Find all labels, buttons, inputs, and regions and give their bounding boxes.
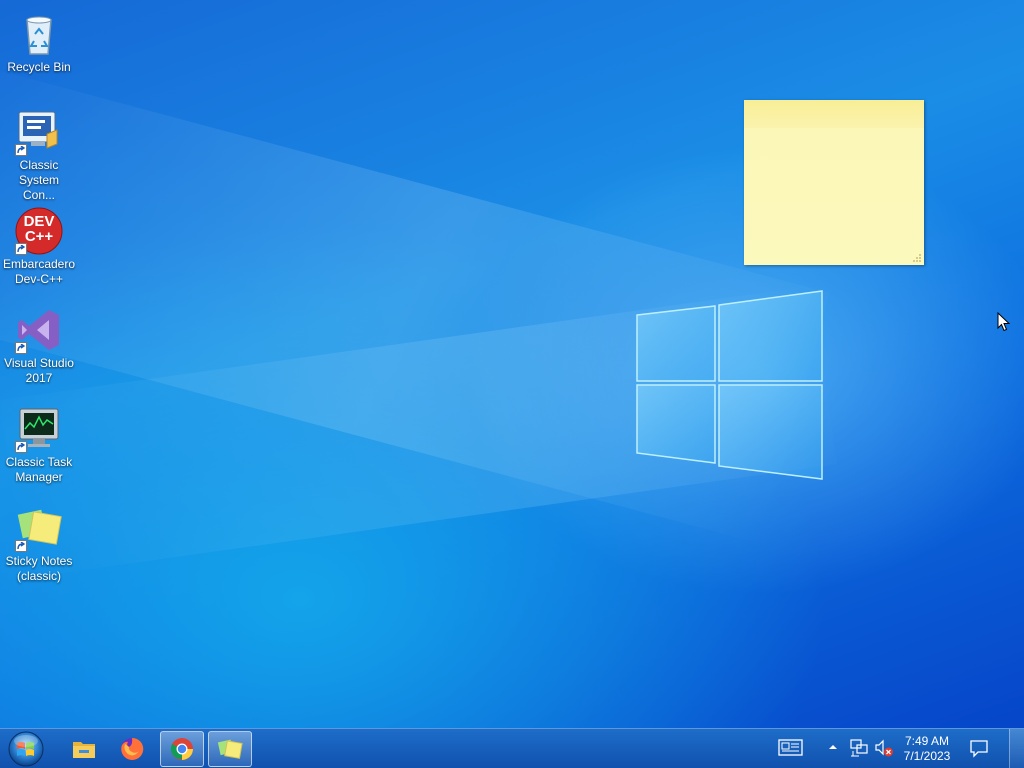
control-panel-icon [15,108,63,156]
show-desktop-button[interactable] [1009,729,1024,768]
devcpp-badge-text: C++ [24,228,54,245]
shortcut-arrow-icon [15,540,27,552]
recycle-bin-icon [15,10,63,58]
desktop-icon-classic-system-control[interactable]: Classic System Con... [2,104,76,203]
desktop-icon-classic-task-manager[interactable]: Classic Task Manager [2,401,76,485]
desktop-icon-embarcadero-devcpp[interactable]: DEV C++ Embarcadero Dev-C++ [2,203,76,287]
icon-label: Embarcadero [2,257,76,271]
shortcut-arrow-icon [15,243,27,255]
sticky-notes-icon [15,504,63,552]
clock-time: 7:49 AM [904,734,950,748]
show-hidden-icons-chevron-icon[interactable] [828,742,838,752]
icon-label: Manager [15,470,63,484]
icon-label: Classic [19,158,59,172]
sticky-note-title-bar[interactable] [744,100,924,128]
firefox-icon [121,737,144,760]
taskbar: 7:49 AM 7/1/2023 [0,728,1024,768]
taskbar-clock[interactable]: 7:49 AM 7/1/2023 [898,734,956,764]
windows-start-orb-icon[interactable] [6,730,46,768]
task-manager-icon [15,405,63,453]
resize-grip-icon[interactable] [912,253,922,263]
chrome-icon [170,738,193,760]
taskbar-file-explorer-button[interactable] [62,731,106,767]
visual-studio-icon [15,306,63,354]
desktop-icon-recycle-bin[interactable]: Recycle Bin [2,6,76,75]
windows-logo-wallpaper [636,290,823,480]
action-center-icon[interactable] [969,738,989,758]
taskbar-firefox-button[interactable] [110,731,154,767]
taskbar-sticky-notes-button[interactable] [208,731,252,767]
icon-label: Recycle Bin [7,60,71,74]
sticky-note-window[interactable] [744,100,924,265]
desktop-icon-visual-studio-2017[interactable]: Visual Studio 2017 [2,302,76,386]
icon-label: Sticky Notes [5,554,73,568]
devcpp-badge-text: DEV [23,213,55,230]
sticky-notes-icon [217,739,243,759]
desktop[interactable]: Recycle Bin Classic System Con... DEV C+… [0,0,1024,728]
icon-label: Classic Task [5,455,73,469]
network-icon[interactable] [850,738,868,758]
news-icon[interactable] [778,738,804,758]
shortcut-arrow-icon [15,144,27,156]
icon-label: Visual Studio [4,356,74,370]
sticky-note-text[interactable] [744,128,924,136]
volume-muted-icon[interactable] [874,738,894,758]
shortcut-arrow-icon [15,342,27,354]
icon-label: (classic) [17,569,61,583]
folder-icon [73,742,95,758]
shortcut-arrow-icon [15,441,27,453]
icon-label: System Con... [18,173,59,202]
icon-label: Dev-C++ [14,272,64,286]
desktop-icon-sticky-notes-classic[interactable]: Sticky Notes (classic) [2,500,76,584]
taskbar-chrome-button[interactable] [160,731,204,767]
clock-date: 7/1/2023 [903,749,951,763]
devcpp-icon: DEV C++ [15,207,63,255]
icon-label: 2017 [25,371,53,385]
mouse-cursor-icon [997,312,1010,332]
